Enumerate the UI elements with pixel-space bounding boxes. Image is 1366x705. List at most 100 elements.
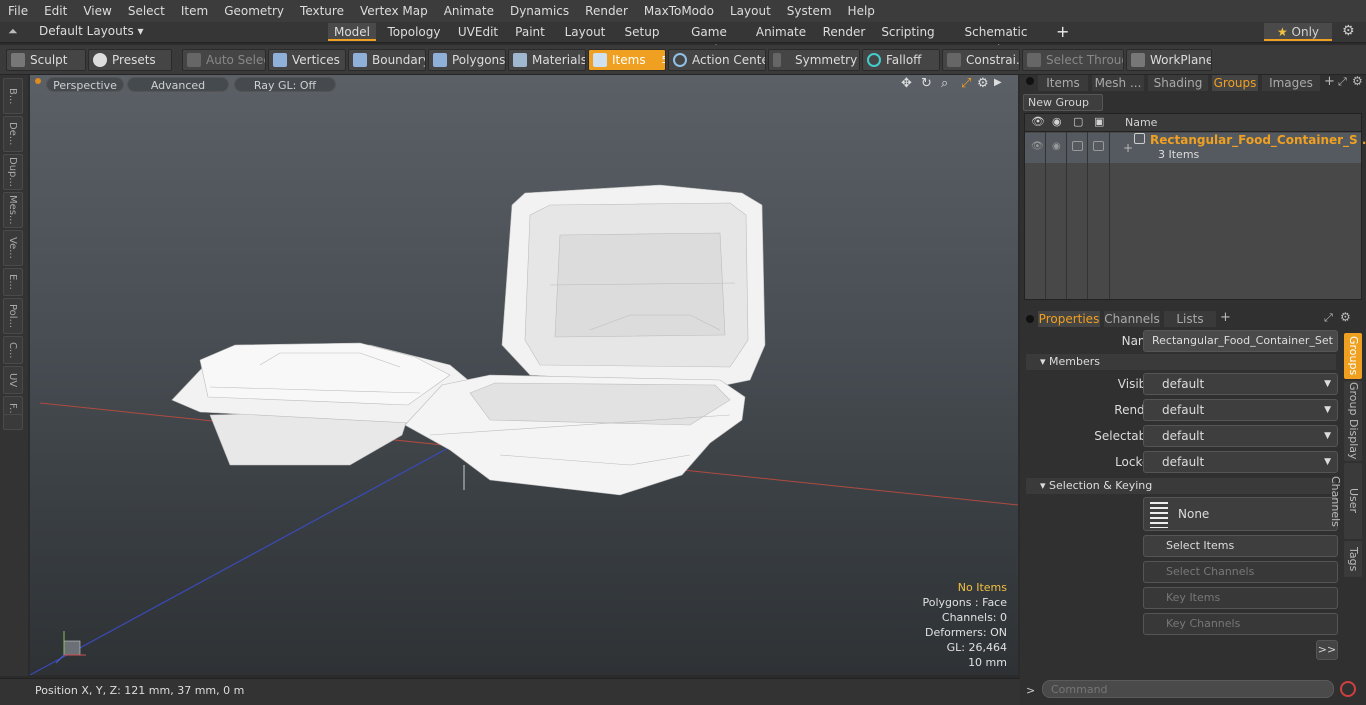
visibility-icon[interactable]: 👁: [1031, 141, 1044, 152]
boundary-button[interactable]: Boundary: [348, 49, 426, 71]
more-button[interactable]: >>: [1316, 640, 1338, 660]
left-tab-curve[interactable]: C...: [3, 336, 23, 364]
selectable-dropdown[interactable]: default ▼: [1143, 425, 1338, 447]
presets-button[interactable]: Presets: [88, 49, 172, 71]
add-tab-icon[interactable]: +: [1056, 22, 1069, 41]
left-tab-duplicate[interactable]: Dup...: [3, 154, 23, 190]
left-tab-deform[interactable]: De...: [3, 116, 23, 152]
left-tab-collapse[interactable]: [3, 414, 23, 430]
menu-select[interactable]: Select: [120, 0, 173, 22]
left-tab-polygon[interactable]: Pol...: [3, 298, 23, 334]
workplane-button[interactable]: WorkPlane: [1126, 49, 1212, 71]
action-center-button[interactable]: Action Center: [668, 49, 766, 71]
selection-keying-section[interactable]: ▾ Selection & Keying: [1026, 478, 1336, 494]
locked-dropdown[interactable]: default ▼: [1143, 451, 1338, 473]
menu-view[interactable]: View: [75, 0, 119, 22]
items-button[interactable]: Items 5: [588, 49, 666, 71]
tab-topology[interactable]: Topology: [382, 23, 446, 41]
tab-shading[interactable]: Shading: [1148, 75, 1208, 91]
menu-vertex-map[interactable]: Vertex Map: [352, 0, 436, 22]
render-column-icon[interactable]: ◉: [1052, 115, 1062, 128]
properties-options-icon[interactable]: [1026, 315, 1034, 323]
lock-column-icon[interactable]: ▢: [1073, 115, 1083, 128]
members-section[interactable]: ▾ Members: [1026, 354, 1336, 370]
expand-icon[interactable]: ⏶: [8, 24, 18, 39]
panel-options-icon[interactable]: [1026, 77, 1034, 85]
key-items-button[interactable]: Key Items: [1143, 587, 1338, 609]
tab-uvedit[interactable]: UVEdit: [452, 23, 504, 41]
layout-preset-dropdown[interactable]: Default Layouts ▾: [39, 24, 144, 38]
side-tab-group-display[interactable]: Group Display: [1344, 381, 1362, 461]
name-field[interactable]: Rectangular_Food_Container_Set (5): [1143, 330, 1338, 367]
menu-render[interactable]: Render: [577, 0, 636, 22]
key-channels-button[interactable]: Key Channels: [1143, 613, 1338, 635]
menu-help[interactable]: Help: [840, 0, 883, 22]
menu-geometry[interactable]: Geometry: [216, 0, 292, 22]
add-panel-tab-icon[interactable]: +: [1324, 74, 1335, 89]
panel-gear-icon[interactable]: ⚙: [1352, 74, 1363, 88]
properties-gear-icon[interactable]: ⚙: [1340, 310, 1351, 324]
lock-toggle-icon[interactable]: [1072, 141, 1083, 151]
auto-select-button[interactable]: Auto Select: [182, 49, 266, 71]
3d-viewport[interactable]: Perspective Advanced Ray GL: Off ✥ ↻ ⌕ ⤢…: [30, 75, 1018, 675]
menu-system[interactable]: System: [779, 0, 840, 22]
tab-mesh[interactable]: Mesh ...: [1092, 75, 1144, 91]
new-group-button[interactable]: New Group: [1023, 94, 1103, 111]
tab-schematic-fusion[interactable]: Schematic Fusion: [948, 23, 1044, 57]
tab-channels[interactable]: Channels: [1104, 311, 1160, 327]
side-tab-groups[interactable]: Groups: [1344, 333, 1362, 379]
symmetry-button[interactable]: Symmetry: [768, 49, 860, 71]
polygons-button[interactable]: Polygons: [428, 49, 506, 71]
tab-groups[interactable]: Groups: [1212, 75, 1258, 91]
menu-edit[interactable]: Edit: [36, 0, 75, 22]
properties-maximize-icon[interactable]: ⤢: [1324, 311, 1333, 325]
menu-maxtomodo[interactable]: MaxToModo: [636, 0, 722, 22]
vertices-button[interactable]: Vertices1: [268, 49, 346, 71]
tab-lists[interactable]: Lists: [1164, 311, 1216, 327]
menu-layout[interactable]: Layout: [722, 0, 779, 22]
select-column-icon[interactable]: ▣: [1094, 115, 1104, 128]
tab-scripting[interactable]: Scripting: [880, 23, 936, 41]
maximize-icon[interactable]: ⤢: [1338, 75, 1347, 89]
menu-file[interactable]: File: [0, 0, 36, 22]
tab-setup[interactable]: Setup: [620, 23, 664, 41]
gear-icon[interactable]: ⚙: [1342, 23, 1355, 39]
side-tab-user-channels[interactable]: User Channels: [1329, 463, 1362, 539]
select-toggle-icon[interactable]: [1093, 141, 1104, 151]
record-icon[interactable]: [1340, 681, 1356, 697]
left-tab-basic[interactable]: B...: [3, 78, 23, 114]
left-tab-mesh-edit[interactable]: Mes...: [3, 192, 23, 228]
tab-paint[interactable]: Paint: [510, 23, 550, 41]
materials-button[interactable]: Materials: [508, 49, 586, 71]
tab-game-tools[interactable]: Game Tools: [676, 23, 742, 57]
command-input[interactable]: [1042, 680, 1334, 698]
sculpt-button[interactable]: Sculpt: [6, 49, 86, 71]
group-name[interactable]: Rectangular_Food_Container_S ...: [1150, 133, 1366, 147]
none-button[interactable]: None: [1143, 497, 1338, 531]
select-items-button[interactable]: Select Items: [1143, 535, 1338, 557]
falloff-button[interactable]: Falloff: [862, 49, 940, 71]
tab-images[interactable]: Images: [1262, 75, 1320, 91]
expand-group-icon[interactable]: +: [1123, 141, 1133, 155]
add-properties-tab-icon[interactable]: +: [1220, 310, 1231, 325]
visible-dropdown[interactable]: default ▼: [1143, 373, 1338, 395]
select-through-button[interactable]: Select Through: [1022, 49, 1124, 71]
tab-render[interactable]: Render: [820, 23, 868, 41]
tab-model[interactable]: Model: [328, 23, 376, 41]
side-tab-tags[interactable]: Tags: [1344, 541, 1362, 577]
tab-items[interactable]: Items: [1038, 75, 1088, 91]
left-tab-edge[interactable]: E...: [3, 268, 23, 296]
left-tab-vertex[interactable]: Ve...: [3, 230, 23, 266]
left-tab-uv[interactable]: UV: [3, 366, 23, 394]
eye-column-icon[interactable]: 👁: [1031, 115, 1045, 128]
menu-dynamics[interactable]: Dynamics: [502, 0, 577, 22]
tab-layout[interactable]: Layout: [562, 23, 608, 41]
constraints-button[interactable]: Constrai...: [942, 49, 1020, 71]
tab-animate[interactable]: Animate: [754, 23, 808, 41]
menu-animate[interactable]: Animate: [436, 0, 502, 22]
render-toggle-icon[interactable]: ◉: [1052, 141, 1061, 152]
select-channels-button[interactable]: Select Channels: [1143, 561, 1338, 583]
menu-item[interactable]: Item: [173, 0, 216, 22]
only-toggle[interactable]: ★ Only: [1264, 23, 1332, 41]
group-row[interactable]: 👁 ◉ + Rectangular_Food_Container_S ... 3…: [1025, 133, 1366, 163]
